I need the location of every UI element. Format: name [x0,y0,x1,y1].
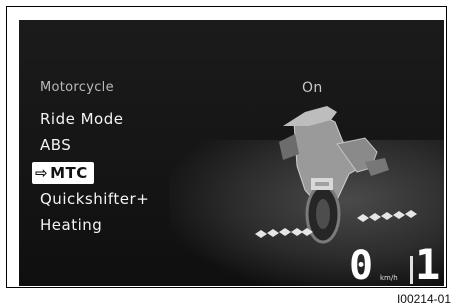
menu-item-abs[interactable]: ABS [40,136,71,154]
selection-arrow-icon: ⇨ [35,164,49,182]
menu-item-quickshifter[interactable]: Quickshifter+ [40,190,149,208]
menu-item-label: Heating [40,216,103,234]
status-divider [410,256,413,284]
figure-id: I00214-01 [396,292,451,306]
speed-readout: 0 [349,243,374,286]
menu-item-heating[interactable]: Heating [40,216,102,234]
menu-item-label: Quickshifter+ [40,190,150,208]
motorcycle-illustration [255,106,417,244]
menu-header-value: On [302,80,323,96]
menu-item-mtc[interactable]: ⇨ MTC [32,162,94,184]
speed-unit: km/h [380,274,398,282]
menu-item-label: MTC [50,164,88,182]
menu-item-label: Ride Mode [40,110,124,128]
gear-indicator: 1 [415,240,441,286]
menu-item-ride-mode[interactable]: Ride Mode [40,110,123,128]
menu-header-label: Motorcycle [40,80,114,95]
menu-header: Motorcycle On [40,80,322,102]
menu-item-label: ABS [40,136,72,154]
dashboard-screen: Motorcycle On Ride Mode ABS ⇨ MTC Quicksh… [19,20,444,286]
